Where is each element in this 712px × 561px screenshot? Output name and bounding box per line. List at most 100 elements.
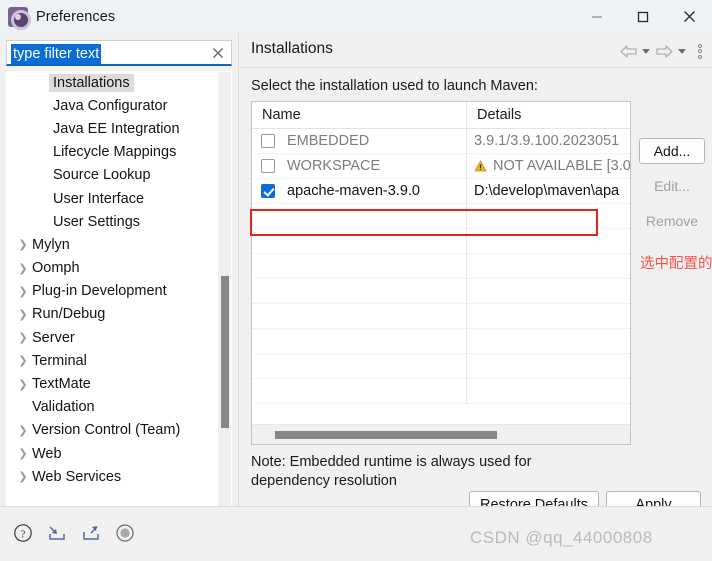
empty-cell-name [252,329,467,353]
sidebar-item-installations[interactable]: Installations [6,71,232,94]
chevron-right-icon[interactable]: ❯ [17,331,29,344]
record-circle-icon[interactable] [114,522,136,544]
tree-item-label-wrapper: TextMate [32,376,91,392]
row-checkbox[interactable] [261,184,275,198]
sidebar-item-user-interface[interactable]: User Interface [6,187,232,210]
table-row[interactable]: WORKSPACE NOT AVAILABLE [3.0 [252,153,630,179]
sidebar-item-label: Web Services [32,468,122,485]
chevron-right-icon[interactable]: ❯ [17,378,29,391]
sidebar-item-server[interactable]: ❯ Server [6,326,232,349]
instruction-text: Select the installation used to launch M… [251,78,538,94]
empty-cell-name [252,379,467,403]
sidebar-item-java-ee-integration[interactable]: Java EE Integration [6,117,232,140]
chevron-right-icon[interactable]: ❯ [17,424,29,437]
preferences-tree-panel: type filter text Installations Java Confi… [0,33,238,534]
sidebar-item-textmate[interactable]: ❯ TextMate [6,372,232,395]
row-checkbox[interactable] [261,159,275,173]
table-row[interactable]: apache-maven-3.9.0 D:\develop\maven\apa [252,178,630,204]
tree-item-label-wrapper: User Interface [32,191,144,207]
empty-cell-name [252,304,467,328]
empty-cell-name [252,354,467,378]
preferences-tree[interactable]: Installations Java Configurator Java EE In… [6,71,232,519]
cell-details: D:\develop\maven\apa [467,179,630,204]
sidebar-item-mylyn[interactable]: ❯ Mylyn [6,233,232,256]
page-title: Installations [251,40,333,57]
back-history-chevron-down-icon[interactable] [639,42,653,60]
table-empty-row [252,379,630,404]
installation-name: EMBEDDED [287,133,370,149]
close-button[interactable] [666,0,712,33]
search-input[interactable]: type filter text [11,44,102,64]
tree-vertical-scrollbar[interactable] [218,72,231,518]
sidebar-item-label: Version Control (Team) [32,422,181,439]
table-body: EMBEDDED 3.9.1/3.9.100.2023051 WORKSPACE NO… [252,128,630,404]
sidebar-item-validation[interactable]: Validation [6,396,232,419]
cell-name: WORKSPACE [252,153,467,179]
preferences-gear-icon [8,6,31,30]
maximize-button[interactable] [620,0,666,33]
cell-details: NOT AVAILABLE [3.0 [467,154,630,179]
minimize-button[interactable] [574,0,620,33]
vertical-dots-icon[interactable] [693,42,707,60]
chevron-right-icon[interactable]: ❯ [17,354,29,367]
sidebar-item-java-configurator[interactable]: Java Configurator [6,94,232,117]
import-arrow-icon[interactable] [46,522,68,544]
sidebar-item-label: Terminal [32,352,87,369]
column-header-name[interactable]: Name [252,102,467,128]
table-empty-row [252,304,630,329]
tree-item-label-wrapper: Run/Debug [32,306,105,322]
empty-cell-details [467,379,630,403]
sidebar-item-terminal[interactable]: ❯ Terminal [6,349,232,372]
add-button[interactable]: Add... [639,138,705,164]
help-question-icon[interactable]: ? [12,522,34,544]
sidebar-item-lifecycle-mappings[interactable]: Lifecycle Mappings [6,141,232,164]
tree-vertical-scroll-thumb[interactable] [221,276,229,428]
chevron-right-icon[interactable]: ❯ [17,308,29,321]
tree-item-label-wrapper: Terminal [32,353,87,369]
sidebar-item-oomph[interactable]: ❯ Oomph [6,257,232,280]
sidebar-item-label: Lifecycle Mappings [53,144,177,161]
empty-cell-details [467,204,630,228]
filter-input-wrapper[interactable]: type filter text [6,40,232,66]
table-row[interactable]: EMBEDDED 3.9.1/3.9.100.2023051 [252,128,630,154]
chevron-right-icon[interactable]: ❯ [17,285,29,298]
table-horizontal-scrollbar[interactable] [252,424,630,444]
chevron-right-icon[interactable]: ❯ [17,262,29,275]
sidebar-item-label: Validation [32,399,95,416]
table-horizontal-scroll-thumb[interactable] [275,431,497,439]
table-empty-row [252,204,630,229]
clear-icon[interactable] [210,45,226,61]
empty-cell-details [467,354,630,378]
installations-table[interactable]: Name Details EMBEDDED 3.9.1/3.9.100.20230… [251,101,631,445]
chevron-right-icon[interactable]: ❯ [17,238,29,251]
edit-button: Edit... [639,173,705,199]
forward-history-chevron-down-icon[interactable] [675,42,689,60]
sidebar-item-label: Run/Debug [32,306,106,323]
note-text: Note: Embedded runtime is always used fo… [251,454,532,489]
installation-name: WORKSPACE [287,158,381,174]
sidebar-item-run-debug[interactable]: ❯ Run/Debug [6,303,232,326]
arrow-right-icon[interactable] [654,42,674,60]
sidebar-item-version-control-team[interactable]: ❯ Version Control (Team) [6,419,232,442]
sidebar-item-source-lookup[interactable]: Source Lookup [6,164,232,187]
chevron-right-icon[interactable]: ❯ [17,470,29,483]
cell-name: apache-maven-3.9.0 [252,178,467,204]
remove-button: Remove [639,208,705,234]
sidebar-item-web-services[interactable]: ❯ Web Services [6,465,232,488]
tree-item-label-wrapper: Validation [32,399,95,415]
empty-cell-details [467,229,630,253]
table-empty-row [252,254,630,279]
empty-cell-details [467,254,630,278]
sidebar-item-plug-in-development[interactable]: ❯ Plug-in Development [6,280,232,303]
empty-cell-details [467,329,630,353]
arrow-left-icon[interactable] [618,42,638,60]
tree-item-label-wrapper: Lifecycle Mappings [32,144,176,160]
export-arrow-icon[interactable] [80,522,102,544]
row-checkbox[interactable] [261,134,275,148]
sidebar-item-web[interactable]: ❯ Web [6,442,232,465]
tree-item-label-wrapper: Mylyn [32,237,70,253]
sidebar-item-label: User Settings [53,213,141,230]
sidebar-item-user-settings[interactable]: User Settings [6,210,232,233]
column-header-details[interactable]: Details [467,102,630,128]
chevron-right-icon[interactable]: ❯ [17,447,29,460]
